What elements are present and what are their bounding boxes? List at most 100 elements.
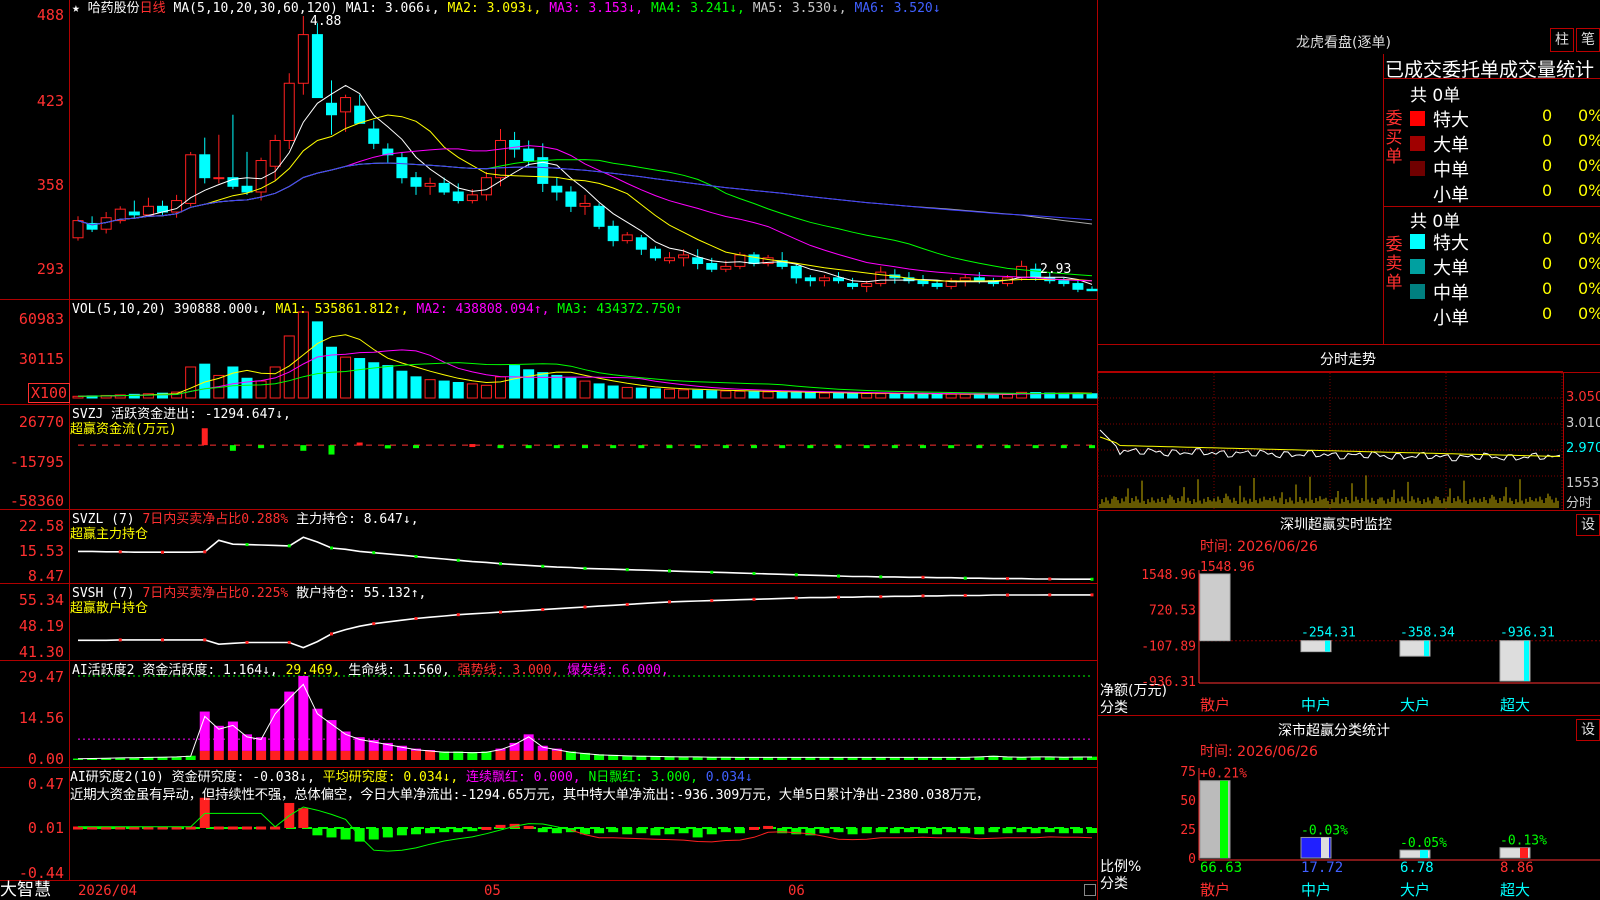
ai-research-v2: 平均研究度: 0.034↓, xyxy=(322,770,459,785)
candle-body xyxy=(368,128,380,144)
sz-monitor-settings-button[interactable]: 设 xyxy=(1576,514,1600,536)
volume-bar xyxy=(495,376,506,399)
volume-bar xyxy=(903,393,915,399)
vol-ytick-1: 60983 xyxy=(18,310,64,328)
svzj-bar xyxy=(258,445,265,449)
ai-research-bar xyxy=(537,828,548,833)
volume-bar xyxy=(565,377,577,399)
ai-active-bar xyxy=(312,750,323,760)
candle-body xyxy=(847,283,859,287)
ai-active-bar xyxy=(256,750,267,760)
bar-mode-button[interactable]: 柱 xyxy=(1550,28,1574,52)
volume-bar xyxy=(340,356,352,399)
candle-body xyxy=(241,185,253,193)
buy-row-label: 特大 xyxy=(1433,110,1469,131)
candle-body xyxy=(269,139,281,167)
ai-active-title[interactable]: AI活跃度2 xyxy=(72,663,134,678)
ai-research-bar xyxy=(481,826,492,830)
svsh-line-mark xyxy=(1006,593,1009,597)
svzl-line-mark xyxy=(372,551,376,555)
svzl-line-mark xyxy=(921,575,925,579)
stock-name[interactable]: 哈药股份 xyxy=(88,1,140,16)
svsh-title[interactable]: SVSH (7) xyxy=(72,586,135,601)
stat-settings-button[interactable]: 设 xyxy=(1576,719,1600,741)
svsh-line-mark xyxy=(287,640,291,644)
svzj-bar xyxy=(920,445,926,449)
volume-bar xyxy=(452,381,464,399)
svzl-title[interactable]: SVZL (7) xyxy=(72,512,135,527)
ai-active-bar xyxy=(298,750,309,760)
svzj-bar xyxy=(1032,445,1039,449)
ma4-value: MA4: 3.241↓, xyxy=(650,1,745,16)
app-logo[interactable]: 大智慧 xyxy=(0,881,51,900)
candle-body xyxy=(692,257,704,265)
volume-bar xyxy=(804,392,816,399)
dragon-title: 龙虎看盘(逐单) xyxy=(1296,35,1391,51)
ma5-value: MA5: 3.530↓, xyxy=(752,1,847,16)
ai-research-title[interactable]: AI研究度2(10) xyxy=(70,770,164,785)
intraday-tick-2: 3.010 xyxy=(1566,416,1600,431)
volume-bar xyxy=(706,390,718,399)
ai-research-bar xyxy=(636,828,647,834)
svsh-line-mark xyxy=(245,640,249,644)
vol-title[interactable]: VOL(5,10,20) xyxy=(72,302,166,317)
ai-active-ytick-2: 14.56 xyxy=(18,709,64,727)
ma3-value: MA3: 3.153↓, xyxy=(549,1,644,16)
candle-body xyxy=(466,194,478,202)
candle-body xyxy=(1086,288,1098,292)
svzj-title[interactable]: SVZJ xyxy=(72,407,103,422)
ai-research-v3: 连续飘红: 0.000, xyxy=(466,770,581,785)
ma1-value: MA1: 3.066↓, xyxy=(345,1,440,16)
candle-body xyxy=(297,34,309,84)
ai-research-bar xyxy=(382,828,393,838)
candle-body xyxy=(917,280,929,285)
svzj-bar xyxy=(722,445,729,449)
svzl-line-mark xyxy=(1048,577,1052,581)
candle-ytick-3: 358 xyxy=(36,176,64,194)
svsh-value: 散户持仓: 55.132↑, xyxy=(296,586,427,601)
intraday-title: 分时走势 xyxy=(1320,352,1376,368)
svzj-bar xyxy=(582,445,588,449)
svzj-bar xyxy=(891,445,898,449)
svzl-line-mark xyxy=(1006,577,1009,581)
candle-body xyxy=(523,148,535,162)
sell-row-count: 0 xyxy=(1542,254,1553,273)
svzl-line-mark xyxy=(963,576,967,580)
svzl-line xyxy=(78,536,1092,581)
svsh-line-mark xyxy=(456,613,460,617)
favorite-star-icon[interactable]: ★ xyxy=(72,1,80,16)
ai-research-avg-line-2 xyxy=(570,829,1093,843)
svzj-bar xyxy=(229,445,236,451)
ai-research-bar xyxy=(749,826,759,830)
volume-bar xyxy=(973,393,985,399)
candle-body xyxy=(1016,265,1028,279)
candle-body xyxy=(551,185,563,193)
svsh-line-mark xyxy=(161,638,164,642)
svzj-bar xyxy=(948,445,955,449)
svzj-bar xyxy=(1089,445,1095,449)
svsh-line-mark xyxy=(1048,593,1052,597)
volume-bar xyxy=(509,365,521,399)
sell-row-label: 大单 xyxy=(1433,258,1469,279)
svzj-bar xyxy=(835,445,842,449)
lock-icon[interactable] xyxy=(1084,884,1096,896)
buy-row-swatch xyxy=(1410,136,1425,151)
period-label[interactable]: 日线 xyxy=(140,1,166,16)
volume-bar xyxy=(185,366,197,399)
tick-mode-button[interactable]: 笔 xyxy=(1576,28,1600,52)
svsh-ratio: 7日内买卖净占比0.225% xyxy=(142,586,289,601)
volume-bar xyxy=(720,390,732,399)
volume-bar xyxy=(438,380,450,399)
ai-research-bar xyxy=(706,828,717,835)
svzl-line-mark xyxy=(668,569,671,573)
buy-row-label: 中单 xyxy=(1433,160,1469,181)
candle-body xyxy=(706,263,718,270)
buy-row-count: 0 xyxy=(1542,156,1553,175)
ai-active-bar-top xyxy=(270,708,281,751)
sell-side-label: 委卖单 xyxy=(1385,235,1403,293)
candle-body xyxy=(607,225,619,242)
high-price-mark: 4.88 xyxy=(310,14,342,29)
buy-row-label: 大单 xyxy=(1433,135,1469,156)
svzj-bar xyxy=(779,445,786,449)
svzj-bar xyxy=(638,445,645,449)
